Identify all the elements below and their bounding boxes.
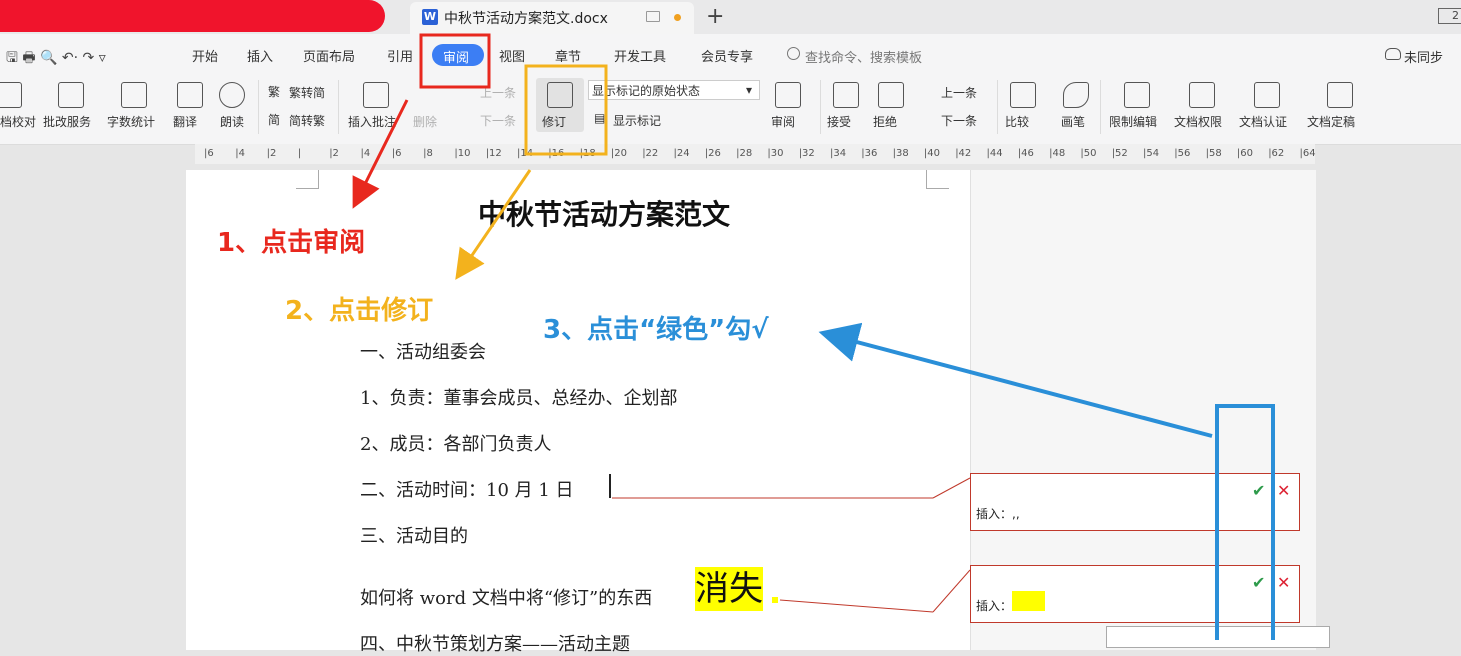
annotation-step3: 3、点击“绿色”勾√ xyxy=(543,315,769,345)
annotation-step2: 2、点击修订 xyxy=(285,296,434,326)
revision-connector xyxy=(779,599,934,613)
revision-connector xyxy=(932,569,971,613)
arrow-step2 xyxy=(455,169,532,280)
arrow-step3 xyxy=(818,322,1213,438)
annotation-step1: 1、点击审阅 xyxy=(217,228,366,258)
track-changes-box xyxy=(524,64,608,156)
revision-connector xyxy=(932,477,971,499)
arrow-step1 xyxy=(352,99,409,209)
accept-column-box xyxy=(1215,404,1275,640)
review-tab-box xyxy=(419,33,491,89)
